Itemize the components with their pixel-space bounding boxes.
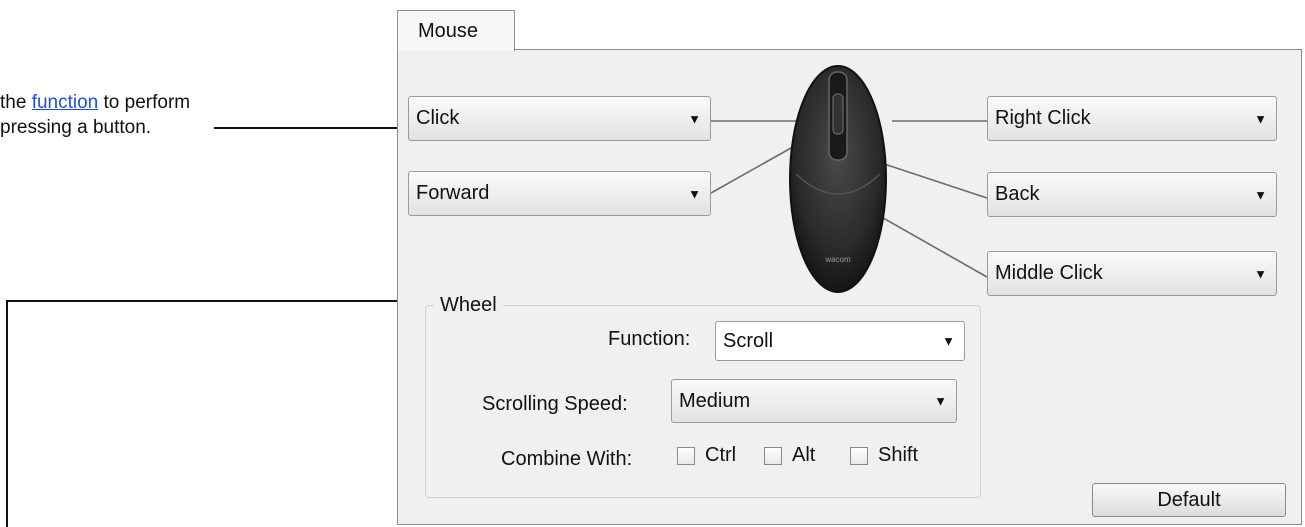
back-button-dropdown[interactable]: Back ▼ xyxy=(987,172,1277,217)
alt-checkbox[interactable] xyxy=(764,447,782,465)
triangle-down-icon: ▼ xyxy=(688,186,701,201)
wheel-leader-horizontal xyxy=(6,300,410,302)
triangle-down-icon: ▼ xyxy=(934,393,947,409)
default-button[interactable]: Default xyxy=(1092,483,1286,517)
function-link[interactable]: function xyxy=(32,92,99,113)
triangle-down-icon: ▼ xyxy=(1254,266,1267,281)
triangle-down-icon: ▼ xyxy=(942,333,955,349)
mouse-illustration: wacom xyxy=(789,65,887,293)
wheel-function-dropdown[interactable]: Scroll ▼ xyxy=(715,321,965,361)
shift-checkbox[interactable] xyxy=(850,447,868,465)
shift-label: Shift xyxy=(878,444,919,466)
annotation-line-1: the function to perform xyxy=(0,92,191,113)
mouse-settings-panel: wacom Click ▼ Forward ▼ Right Click ▼ Ba… xyxy=(397,49,1302,525)
alt-label: Alt xyxy=(792,444,816,466)
triangle-down-icon: ▼ xyxy=(688,111,701,126)
ctrl-checkbox[interactable] xyxy=(677,447,695,465)
brand-logo: wacom xyxy=(824,255,851,264)
scrolling-speed-label: Scrolling Speed: xyxy=(482,393,628,415)
wheel-function-label: Function: xyxy=(608,328,691,350)
triangle-down-icon: ▼ xyxy=(1254,187,1267,202)
side-button-dropdown[interactable]: Forward ▼ xyxy=(408,171,711,216)
tab-mouse[interactable]: Mouse xyxy=(397,10,515,51)
wheel-group-title: Wheel xyxy=(434,293,503,317)
ctrl-label: Ctrl xyxy=(705,444,737,466)
right-button-dropdown[interactable]: Right Click ▼ xyxy=(987,96,1277,141)
middle-button-dropdown[interactable]: Middle Click ▼ xyxy=(987,251,1277,296)
combine-with-label: Combine With: xyxy=(501,448,633,470)
triangle-down-icon: ▼ xyxy=(1254,111,1267,126)
left-button-dropdown[interactable]: Click ▼ xyxy=(408,96,711,141)
wheel-leader-vertical xyxy=(6,300,8,527)
scrolling-speed-dropdown[interactable]: Medium ▼ xyxy=(671,379,957,423)
annotation-line-2: pressing a button. xyxy=(0,117,152,138)
annotation-leader-line xyxy=(214,127,410,129)
